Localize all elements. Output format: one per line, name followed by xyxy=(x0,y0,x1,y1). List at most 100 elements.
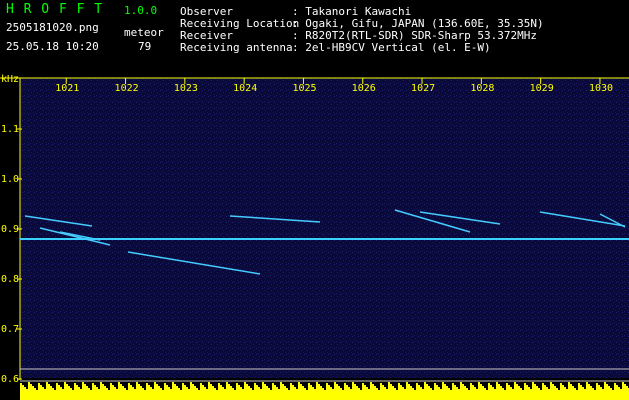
signal-level-bar xyxy=(602,389,604,400)
signal-level-bar xyxy=(618,387,620,400)
signal-level-bar xyxy=(112,385,114,400)
signal-level-bar xyxy=(462,384,464,400)
signal-level-bar xyxy=(474,387,476,400)
signal-level-bar xyxy=(362,383,364,400)
signal-level-bar xyxy=(408,384,410,400)
signal-level-bar xyxy=(316,382,318,400)
y-tick-label: 1.0 xyxy=(1,174,19,185)
signal-level-bar xyxy=(306,390,308,400)
signal-level-bar xyxy=(242,389,244,400)
signal-level-bar xyxy=(538,388,540,400)
signal-level-bar xyxy=(118,382,120,400)
signal-level-bar xyxy=(460,382,462,400)
x-tick-label: 1028 xyxy=(470,83,494,94)
signal-level-bar xyxy=(464,386,466,400)
signal-level-bar xyxy=(478,382,480,400)
signal-level-bar xyxy=(40,385,42,400)
signal-level-bar xyxy=(344,383,346,400)
signal-level-bar xyxy=(560,383,562,400)
signal-level-bar xyxy=(378,390,380,400)
signal-level-bar xyxy=(114,387,116,400)
signal-level-bar xyxy=(402,387,404,400)
signal-level-bar xyxy=(42,387,44,400)
signal-level-bar xyxy=(224,389,226,400)
signal-level-bar xyxy=(308,383,310,400)
signal-level-bar xyxy=(24,387,26,400)
signal-level-bar xyxy=(96,387,98,400)
signal-level-bar xyxy=(228,384,230,400)
signal-level-bar xyxy=(452,383,454,400)
signal-level-bar xyxy=(196,388,198,400)
signal-level-bar xyxy=(444,384,446,400)
x-tick-label: 1024 xyxy=(233,83,257,94)
signal-level-bar xyxy=(246,384,248,400)
signal-level-bar xyxy=(206,389,208,400)
signal-level-bar xyxy=(128,383,130,400)
signal-level-bar xyxy=(456,387,458,400)
signal-level-bar xyxy=(190,382,192,400)
signal-level-bar xyxy=(280,382,282,400)
signal-level-bar xyxy=(430,388,432,400)
signal-level-bar xyxy=(90,390,92,400)
signal-level-bar xyxy=(418,385,420,400)
signal-level-bar xyxy=(510,387,512,400)
signal-level-bar xyxy=(226,382,228,400)
signal-level-bar xyxy=(586,382,588,400)
signal-level-bar xyxy=(220,385,222,400)
signal-level-bar xyxy=(604,382,606,400)
signal-level-bar xyxy=(616,385,618,400)
signal-level-bar xyxy=(494,389,496,400)
signal-level-bar xyxy=(300,384,302,400)
signal-level-bar xyxy=(554,386,556,400)
signal-level-bar xyxy=(178,388,180,400)
signal-level-bar xyxy=(534,384,536,400)
signal-level-bar xyxy=(286,388,288,400)
signal-level-bar xyxy=(550,382,552,400)
signal-level-bar xyxy=(328,385,330,400)
signal-level-bar xyxy=(526,385,528,400)
signal-level-bar xyxy=(268,388,270,400)
signal-level-bar xyxy=(314,389,316,400)
signal-level-bar xyxy=(52,388,54,400)
x-tick-label: 1027 xyxy=(411,83,435,94)
signal-level-bar xyxy=(240,387,242,400)
signal-level-bar xyxy=(222,387,224,400)
signal-level-bar xyxy=(274,385,276,400)
signal-level-bar xyxy=(346,385,348,400)
signal-level-bar xyxy=(186,387,188,400)
x-tick-label: 1029 xyxy=(530,83,554,94)
signal-level-bar xyxy=(338,386,340,400)
signal-level-bar xyxy=(250,388,252,400)
x-tick-label: 1023 xyxy=(174,83,198,94)
signal-level-bar xyxy=(72,390,74,400)
signal-level-bar xyxy=(106,388,108,400)
signal-level-bar xyxy=(56,383,58,400)
signal-level-bar xyxy=(584,389,586,400)
signal-level-bar xyxy=(278,389,280,400)
signal-level-bar xyxy=(88,388,90,400)
signal-level-bar xyxy=(442,382,444,400)
signal-level-bar xyxy=(110,383,112,400)
signal-level-bar xyxy=(590,386,592,400)
signal-level-bar xyxy=(78,387,80,400)
signal-level-bar xyxy=(520,388,522,400)
signal-level-bar xyxy=(84,384,86,400)
signal-level-bar xyxy=(376,388,378,400)
signal-level-bar xyxy=(68,386,70,400)
signal-level-bar xyxy=(322,388,324,400)
signal-level-bar xyxy=(488,383,490,400)
signal-level-bar xyxy=(552,384,554,400)
signal-level-bar xyxy=(210,384,212,400)
signal-level-bar xyxy=(184,385,186,400)
signal-level-bar xyxy=(508,385,510,400)
signal-level-bar xyxy=(502,388,504,400)
signal-level-bar xyxy=(70,388,72,400)
signal-level-bar xyxy=(620,389,622,400)
signal-level-bar xyxy=(622,382,624,400)
signal-level-bar xyxy=(276,387,278,400)
signal-level-bar xyxy=(386,389,388,400)
signal-level-bar xyxy=(34,388,36,400)
signal-level-bar xyxy=(200,383,202,400)
signal-level-bar xyxy=(480,384,482,400)
signal-level-bar xyxy=(566,389,568,400)
